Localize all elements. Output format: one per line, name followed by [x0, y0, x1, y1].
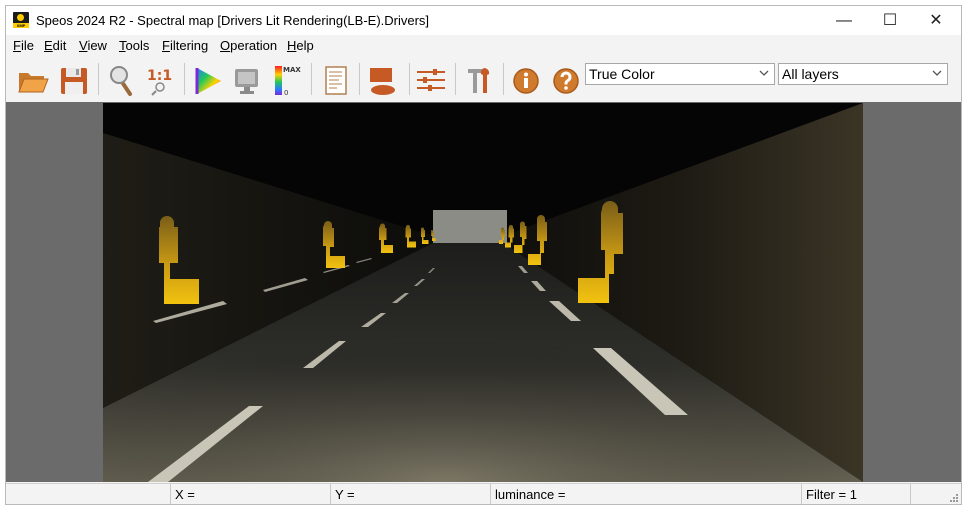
- scale-max-label: MAX: [283, 66, 301, 74]
- zoom-icon[interactable]: [105, 63, 139, 97]
- info-icon[interactable]: [509, 63, 543, 97]
- maximize-button[interactable]: ☐: [867, 6, 913, 35]
- open-folder-icon[interactable]: [16, 63, 50, 97]
- color-mode-select[interactable]: True Color: [585, 63, 775, 85]
- false-color-scale-icon[interactable]: MAX 0: [271, 63, 305, 97]
- toolbar-separator: [311, 63, 312, 95]
- close-button[interactable]: ✕: [913, 6, 959, 35]
- monitor-icon[interactable]: [230, 63, 264, 97]
- save-icon[interactable]: [57, 63, 91, 97]
- resize-grip-icon[interactable]: [949, 493, 959, 503]
- window-title: Speos 2024 R2 - Spectral map [Drivers Li…: [36, 13, 430, 28]
- app-icon[interactable]: XMP: [13, 12, 29, 28]
- app-window: XMP Speos 2024 R2 - Spectral map [Driver…: [5, 5, 962, 505]
- status-x: X =: [170, 484, 331, 504]
- image-viewport[interactable]: [6, 102, 961, 482]
- status-filter: Filter = 1: [801, 484, 911, 504]
- menu-tools[interactable]: Tools: [119, 38, 149, 53]
- minimize-button[interactable]: —: [821, 6, 867, 35]
- title-bar: XMP Speos 2024 R2 - Spectral map [Driver…: [6, 6, 961, 35]
- spectral-map-image[interactable]: [103, 103, 863, 482]
- actual-size-icon[interactable]: 1:1: [143, 63, 177, 97]
- report-icon[interactable]: [319, 63, 353, 97]
- color-gamut-icon[interactable]: [191, 63, 225, 97]
- tools-icon[interactable]: [462, 63, 496, 97]
- help-icon[interactable]: [549, 63, 583, 97]
- status-y: Y =: [330, 484, 491, 504]
- menu-operation[interactable]: Operation: [220, 38, 277, 53]
- toolbar-separator: [359, 63, 360, 95]
- surface-icon[interactable]: [365, 63, 399, 97]
- menu-filtering[interactable]: Filtering: [162, 38, 208, 53]
- menu-file[interactable]: File: [13, 38, 34, 53]
- menu-bar: File Edit View Tools Filtering Operation…: [6, 35, 961, 57]
- toolbar-separator: [409, 63, 410, 95]
- status-bar: X = Y = luminance = Filter = 1: [6, 483, 961, 504]
- layers-value: All layers: [782, 66, 839, 82]
- layers-select[interactable]: All layers: [778, 63, 948, 85]
- settings-sliders-icon[interactable]: [414, 63, 448, 97]
- actual-size-label: 1:1: [147, 68, 172, 84]
- chevron-down-icon: [932, 70, 942, 76]
- menu-view[interactable]: View: [79, 38, 107, 53]
- color-mode-value: True Color: [589, 66, 655, 82]
- chevron-down-icon: [759, 70, 769, 76]
- toolbar: 1:1 MAX 0 True Color All layers: [6, 57, 961, 103]
- toolbar-separator: [98, 63, 99, 95]
- toolbar-separator: [184, 63, 185, 95]
- menu-help[interactable]: Help: [287, 38, 314, 53]
- toolbar-separator: [503, 63, 504, 95]
- toolbar-separator: [455, 63, 456, 95]
- scale-min-label: 0: [284, 89, 288, 97]
- menu-edit[interactable]: Edit: [44, 38, 66, 53]
- status-luminance: luminance =: [490, 484, 802, 504]
